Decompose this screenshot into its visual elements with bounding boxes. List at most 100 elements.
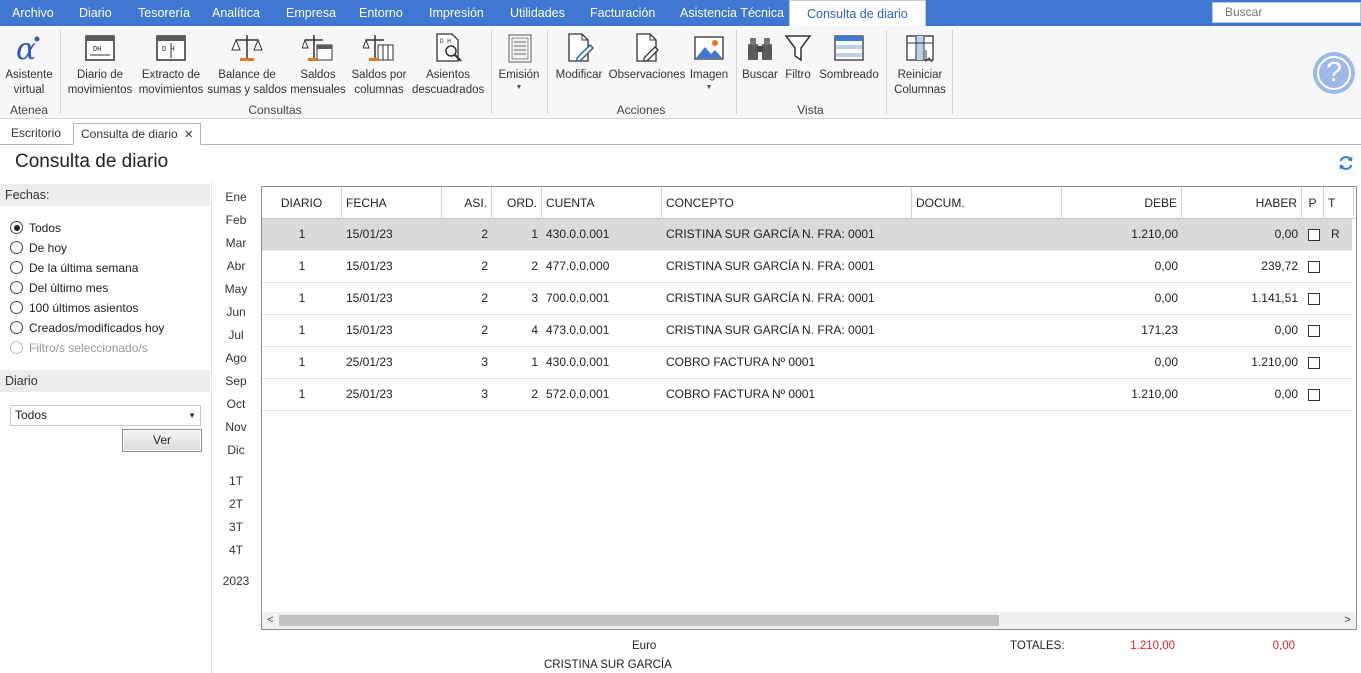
horizontal-scrollbar[interactable]: < >: [262, 612, 1356, 629]
col-header-t[interactable]: T: [1324, 187, 1354, 219]
menu-tab-facturacion[interactable]: Facturación: [590, 0, 655, 26]
ribbon-separator: [547, 30, 548, 114]
tab-escritorio[interactable]: Escritorio: [11, 123, 61, 145]
radio-100-ultimos[interactable]: 100 últimos asientos: [10, 300, 138, 316]
diario-select[interactable]: Todos ▼: [10, 405, 201, 426]
p-checkbox[interactable]: [1308, 325, 1320, 337]
cell-debe: 1.210,00: [1131, 227, 1178, 241]
cell-ord: 3: [531, 291, 538, 305]
scroll-left-icon[interactable]: <: [262, 613, 279, 628]
period-year[interactable]: 2023: [222, 574, 250, 588]
p-checkbox[interactable]: [1308, 357, 1320, 369]
radio-circle: [10, 241, 23, 254]
period-quarter[interactable]: 1T: [222, 474, 250, 488]
reiniciar-columnas-button[interactable]: Reiniciar Columnas: [891, 30, 949, 98]
imagen-button[interactable]: Imagen ▼: [688, 30, 730, 92]
balance-de-sumas-y-saldos-button[interactable]: Balance de sumas y saldos: [207, 30, 287, 98]
table-row[interactable]: 1 25/01/23 3 1 430.0.0.001 COBRO FACTURA…: [262, 347, 1352, 379]
period-month[interactable]: Mar: [222, 236, 250, 250]
radio-ultima-semana[interactable]: De la última semana: [10, 260, 138, 276]
sombreado-button[interactable]: Sombreado: [818, 30, 880, 83]
table-row[interactable]: 1 15/01/23 2 3 700.0.0.001 CRISTINA SUR …: [262, 283, 1352, 315]
p-checkbox[interactable]: [1308, 229, 1320, 241]
col-header-docum[interactable]: DOCUM.: [912, 187, 1062, 219]
cell-debe: 1.210,00: [1131, 387, 1178, 401]
binoculars-icon: [741, 32, 779, 64]
col-header-cuenta[interactable]: CUENTA: [542, 187, 662, 219]
table-row[interactable]: 1 15/01/23 2 2 477.0.0.000 CRISTINA SUR …: [262, 251, 1352, 283]
document-edit-icon: [552, 32, 606, 64]
menu-tab-entorno[interactable]: Entorno: [359, 0, 403, 26]
radio-creados-modificados[interactable]: Creados/modificados hoy: [10, 320, 164, 336]
scroll-right-icon[interactable]: >: [1339, 613, 1356, 628]
col-header-ord[interactable]: ORD.: [492, 187, 542, 219]
period-month[interactable]: Jun: [222, 305, 250, 319]
filtro-button[interactable]: Filtro: [781, 30, 815, 83]
p-checkbox[interactable]: [1308, 389, 1320, 401]
period-month[interactable]: Ago: [222, 351, 250, 365]
close-icon[interactable]: ✕: [184, 129, 193, 141]
menu-tab-analitica[interactable]: Analítica: [212, 0, 260, 26]
saldos-mensuales-button[interactable]: Saldos mensuales: [290, 30, 346, 98]
scale-columns-icon: [348, 32, 410, 64]
col-header-p[interactable]: P: [1302, 187, 1324, 219]
menu-tab-asistencia-tecnica[interactable]: Asistencia Técnica: [680, 0, 784, 26]
col-header-debe[interactable]: DEBE: [1062, 187, 1182, 219]
cell-diario: 1: [298, 387, 306, 401]
scrollbar-thumb[interactable]: [279, 615, 999, 626]
menu-tab-empresa[interactable]: Empresa: [286, 0, 336, 26]
period-month[interactable]: Dic: [222, 443, 250, 457]
table-row[interactable]: 1 15/01/23 2 4 473.0.0.001 CRISTINA SUR …: [262, 315, 1352, 347]
table-row[interactable]: 1 25/01/23 3 2 572.0.0.001 COBRO FACTURA…: [262, 379, 1352, 411]
cell-debe: 171,23: [1141, 323, 1178, 337]
period-month[interactable]: May: [222, 282, 250, 296]
tab-consulta-de-diario[interactable]: Consulta de diario ✕: [73, 123, 202, 145]
diario-de-movimientos-button[interactable]: DH Diario de movimientos: [66, 30, 134, 98]
p-checkbox[interactable]: [1308, 261, 1320, 273]
ledger-window-icon: D H: [137, 32, 205, 64]
search-input[interactable]: Buscar: [1212, 2, 1361, 23]
col-header-concepto[interactable]: CONCEPTO: [662, 187, 912, 219]
buscar-button[interactable]: Buscar: [741, 30, 779, 83]
p-checkbox[interactable]: [1308, 293, 1320, 305]
period-quarter[interactable]: 4T: [222, 543, 250, 557]
menu-tab-consulta-de-diario[interactable]: Consulta de diario: [789, 0, 926, 27]
cell-diario: 1: [298, 259, 306, 273]
modificar-button[interactable]: Modificar: [552, 30, 606, 83]
period-quarter[interactable]: 2T: [222, 497, 250, 511]
period-month[interactable]: Nov: [222, 420, 250, 434]
emision-button[interactable]: Emisión ▼: [496, 30, 542, 92]
col-header-asi[interactable]: ASI.: [442, 187, 492, 219]
radio-de-hoy[interactable]: De hoy: [10, 240, 67, 256]
extracto-de-movimientos-button[interactable]: D H Extracto de movimientos: [137, 30, 205, 98]
period-month[interactable]: Sep: [222, 374, 250, 388]
period-month[interactable]: Feb: [222, 213, 250, 227]
ver-button[interactable]: Ver: [122, 429, 202, 452]
menu-tab-tesoreria[interactable]: Tesorería: [138, 0, 190, 26]
cell-diario: 1: [298, 355, 306, 369]
period-month[interactable]: Abr: [222, 259, 250, 273]
saldos-por-columnas-button[interactable]: Saldos por columnas: [348, 30, 410, 98]
col-header-haber[interactable]: HABER: [1182, 187, 1302, 219]
cell-ord: 4: [531, 323, 538, 337]
asistente-virtual-button[interactable]: α Asistente virtual: [4, 30, 54, 98]
menu-tab-diario[interactable]: Diario: [79, 0, 112, 26]
col-header-diario[interactable]: DIARIO: [262, 187, 342, 219]
svg-text:D H: D H: [162, 45, 175, 53]
period-quarter[interactable]: 3T: [222, 520, 250, 534]
ribbon-separator: [886, 30, 887, 114]
col-header-fecha[interactable]: FECHA: [342, 187, 442, 219]
period-month[interactable]: Ene: [222, 190, 250, 204]
menu-tab-impresion[interactable]: Impresión: [429, 0, 484, 26]
cell-asi: 3: [481, 355, 488, 369]
menu-tab-utilidades[interactable]: Utilidades: [510, 0, 565, 26]
menu-tab-archivo[interactable]: Archivo: [12, 0, 54, 26]
refresh-icon[interactable]: [1337, 154, 1355, 172]
table-row[interactable]: 1 15/01/23 2 1 430.0.0.001 CRISTINA SUR …: [262, 219, 1352, 251]
radio-ultimo-mes[interactable]: Del último mes: [10, 280, 108, 296]
observaciones-button[interactable]: Observaciones: [608, 30, 686, 83]
period-month[interactable]: Oct: [222, 397, 250, 411]
radio-todos[interactable]: Todos: [10, 220, 61, 236]
asientos-descuadrados-button[interactable]: D H Asientos descuadrados: [412, 30, 484, 98]
period-month[interactable]: Jul: [222, 328, 250, 342]
